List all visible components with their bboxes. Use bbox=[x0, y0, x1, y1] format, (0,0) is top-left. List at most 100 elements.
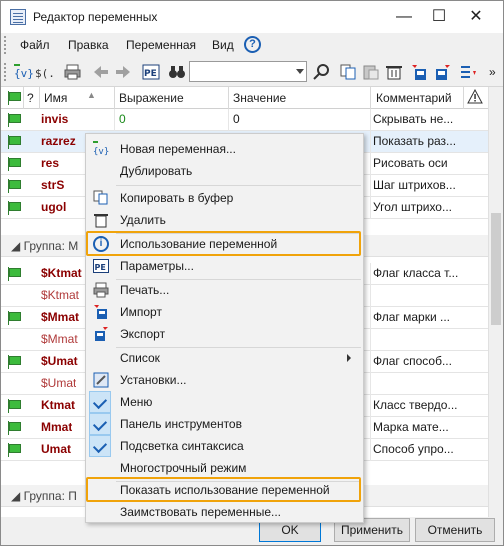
svg-text:{v}: {v} bbox=[14, 67, 33, 80]
row-comment[interactable]: Флаг марки ... bbox=[373, 310, 485, 324]
svg-text:PE: PE bbox=[95, 263, 106, 272]
row-comment[interactable]: Класс твердо... bbox=[373, 398, 485, 412]
help-icon[interactable]: ? bbox=[244, 36, 261, 53]
row-expression[interactable]: 0 bbox=[119, 112, 126, 126]
table-row[interactable]: invis 0 0 Скрывать не... bbox=[1, 109, 488, 131]
search-icon[interactable] bbox=[312, 63, 332, 81]
scrollbar-thumb[interactable] bbox=[491, 213, 501, 325]
vertical-scrollbar[interactable] bbox=[488, 87, 503, 517]
row-comment[interactable]: Флаг класса т... bbox=[373, 266, 485, 280]
menu-item-import[interactable]: Импорт bbox=[88, 301, 361, 323]
sort-icon[interactable] bbox=[458, 63, 478, 81]
export-icon[interactable] bbox=[432, 63, 452, 81]
duplicate-icon[interactable]: $(.) bbox=[35, 63, 62, 81]
group-label: ◢ Группа: M bbox=[11, 239, 79, 253]
grid-header: ? Имя ▲ Выражение Значение Комментарий bbox=[1, 87, 488, 109]
menu-item-list[interactable]: Список bbox=[88, 347, 361, 369]
binoculars-icon[interactable] bbox=[167, 63, 187, 81]
row-name: Mmat bbox=[41, 420, 73, 434]
row-comment[interactable]: Марка мате... bbox=[373, 420, 485, 434]
flag-icon bbox=[7, 355, 21, 369]
row-name: Umat bbox=[41, 442, 72, 456]
row-comment[interactable]: Рисовать оси bbox=[373, 156, 485, 170]
row-comment[interactable]: Скрывать не... bbox=[373, 112, 485, 126]
menu-view[interactable]: Вид bbox=[212, 38, 234, 52]
menu-item-syntax-highlight[interactable]: Подсветка синтаксиса bbox=[88, 435, 361, 457]
parameters-icon[interactable]: PE bbox=[141, 63, 161, 81]
row-comment[interactable]: Флаг способ... bbox=[373, 354, 485, 368]
menu-item-settings[interactable]: Установки... bbox=[88, 369, 361, 391]
menu-item-export[interactable]: Экспорт bbox=[88, 323, 361, 345]
flag-icon bbox=[7, 201, 21, 215]
header-value[interactable]: Значение bbox=[233, 91, 286, 105]
menu-item-borrow-variables[interactable]: Заимствовать переменные... bbox=[88, 501, 361, 523]
header-comment[interactable]: Комментарий bbox=[376, 91, 452, 105]
row-comment[interactable]: Способ упро... bbox=[373, 442, 485, 456]
row-value: 0 bbox=[233, 112, 240, 126]
group-label: ◢ Группа: П bbox=[11, 489, 77, 503]
menu-item-print[interactable]: Печать... bbox=[88, 279, 361, 301]
copy-icon[interactable] bbox=[339, 63, 359, 81]
row-name: res bbox=[41, 156, 60, 170]
close-button[interactable]: ✕ bbox=[456, 1, 496, 33]
menu-file[interactable]: Файл bbox=[20, 38, 50, 52]
highlight-variable-usage bbox=[86, 231, 361, 256]
menu-item-new-variable[interactable]: {v} Новая переменная... bbox=[88, 138, 361, 160]
menu-variable[interactable]: Переменная bbox=[126, 38, 196, 52]
flag-icon bbox=[7, 267, 21, 281]
variable-editor-window: Редактор переменных — ☐ ✕ Файл Правка Пе… bbox=[0, 0, 504, 546]
check-icon bbox=[89, 413, 111, 435]
print-icon bbox=[93, 282, 109, 298]
row-name: ugol bbox=[41, 200, 67, 214]
minimize-button[interactable]: — bbox=[384, 1, 424, 33]
highlight-show-variable-usage bbox=[86, 477, 361, 502]
menu-item-duplicate[interactable]: Дублировать bbox=[88, 160, 361, 182]
menu-edit[interactable]: Правка bbox=[68, 38, 109, 52]
row-comment[interactable]: Показать раз... bbox=[373, 134, 485, 148]
copy-icon bbox=[93, 190, 109, 206]
row-name: invis bbox=[41, 112, 69, 126]
header-flag-icon bbox=[7, 91, 21, 105]
flag-icon bbox=[7, 311, 21, 325]
chevron-down-icon[interactable] bbox=[296, 69, 304, 74]
paste-icon[interactable] bbox=[361, 63, 381, 81]
row-name: $Mmat bbox=[41, 310, 80, 324]
menu-item-menu[interactable]: Меню bbox=[88, 391, 361, 413]
parameters-icon: PE bbox=[93, 258, 109, 274]
menu-item-copy[interactable]: Копировать в буфер bbox=[88, 187, 361, 209]
header-q[interactable]: ? bbox=[27, 91, 34, 105]
import-icon[interactable] bbox=[410, 63, 430, 81]
row-name: $Umat bbox=[41, 376, 77, 390]
maximize-button[interactable]: ☐ bbox=[419, 1, 459, 33]
redo-icon[interactable] bbox=[113, 63, 133, 81]
undo-icon[interactable] bbox=[91, 63, 111, 81]
delete-icon[interactable] bbox=[384, 63, 404, 81]
header-name[interactable]: Имя bbox=[44, 91, 67, 105]
export-icon bbox=[93, 326, 109, 342]
new-variable-icon[interactable]: {v} bbox=[13, 63, 34, 81]
svg-text:{v}: {v} bbox=[93, 147, 109, 157]
row-name: $Umat bbox=[41, 354, 78, 368]
search-combo[interactable] bbox=[189, 61, 307, 82]
menu-item-toolbar[interactable]: Панель инструментов bbox=[88, 413, 361, 435]
menu-item-parameters[interactable]: PE Параметры... bbox=[88, 255, 361, 277]
cancel-button[interactable]: Отменить bbox=[415, 518, 495, 542]
title-bar: Редактор переменных — ☐ ✕ bbox=[1, 1, 503, 33]
row-name: $Ktmat bbox=[41, 266, 82, 280]
menubar-grip bbox=[4, 36, 7, 54]
check-icon bbox=[89, 391, 111, 413]
flag-icon bbox=[7, 421, 21, 435]
menu-item-delete[interactable]: Удалить bbox=[88, 209, 361, 231]
check-icon bbox=[89, 435, 111, 457]
flag-icon bbox=[7, 399, 21, 413]
print-icon[interactable] bbox=[63, 63, 83, 81]
flag-icon bbox=[7, 113, 21, 127]
menu-item-multiline[interactable]: Многострочный режим bbox=[88, 457, 361, 479]
toolbar-overflow-button[interactable]: » bbox=[489, 63, 501, 81]
row-comment[interactable]: Шаг штрихов... bbox=[373, 178, 485, 192]
app-table-icon bbox=[10, 9, 26, 25]
warning-icon[interactable] bbox=[467, 88, 483, 108]
header-expression[interactable]: Выражение bbox=[119, 91, 184, 105]
row-comment[interactable]: Угол штрихо... bbox=[373, 200, 485, 214]
flag-icon bbox=[7, 157, 21, 171]
